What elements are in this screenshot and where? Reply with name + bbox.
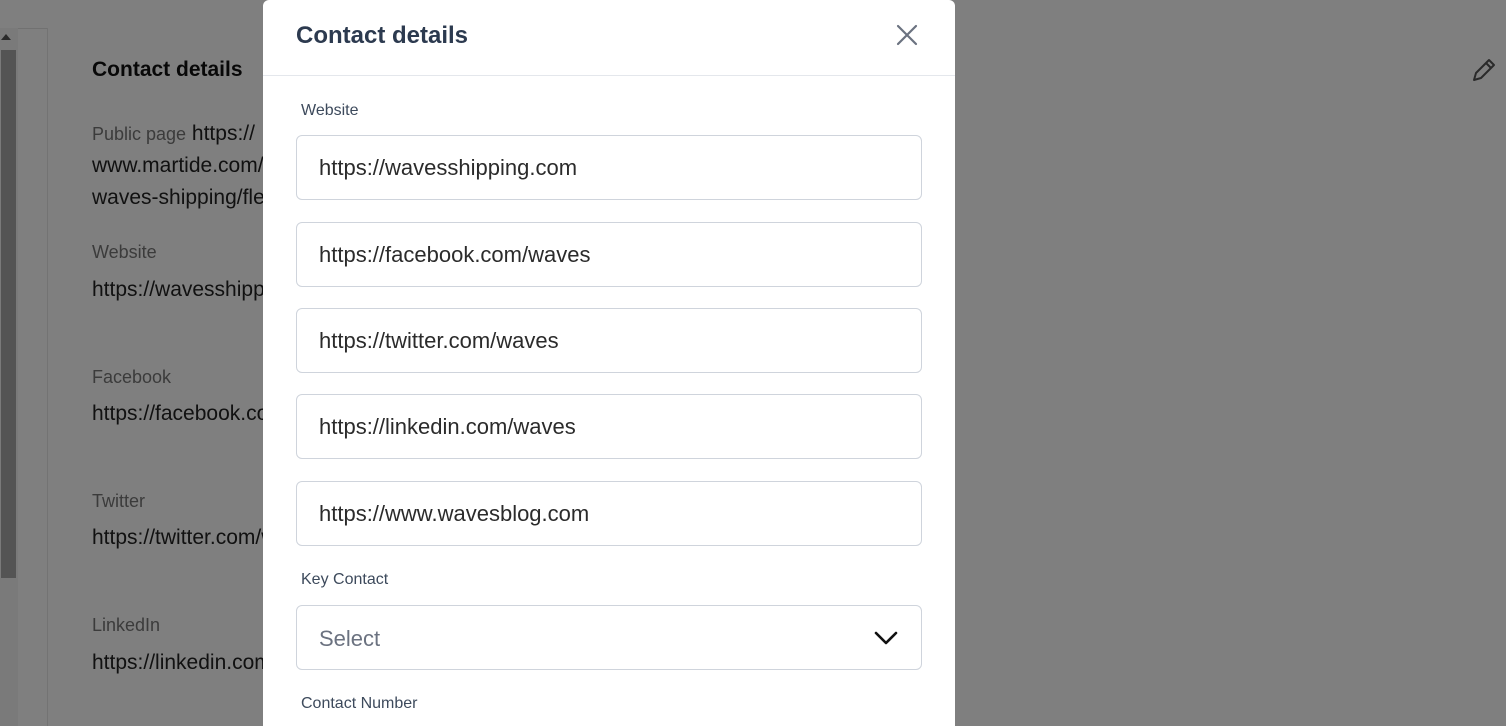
contact-details-modal: Contact details Website Key Contact Sele… <box>263 0 955 726</box>
website-input[interactable] <box>296 135 922 200</box>
chevron-down-icon <box>874 631 898 645</box>
modal-title: Contact details <box>296 22 469 49</box>
key-contact-select[interactable]: Select <box>296 605 922 670</box>
key-contact-selected-value: Select <box>319 626 381 651</box>
contact-number-label: Contact Number <box>301 695 418 712</box>
close-icon[interactable] <box>892 20 922 50</box>
facebook-input[interactable] <box>296 222 922 287</box>
twitter-input[interactable] <box>296 308 922 373</box>
website-field-label: Website <box>301 102 359 119</box>
blog-input[interactable] <box>296 481 922 546</box>
modal-header: Contact details <box>263 0 955 76</box>
key-contact-label: Key Contact <box>301 571 389 588</box>
linkedin-input[interactable] <box>296 394 922 459</box>
